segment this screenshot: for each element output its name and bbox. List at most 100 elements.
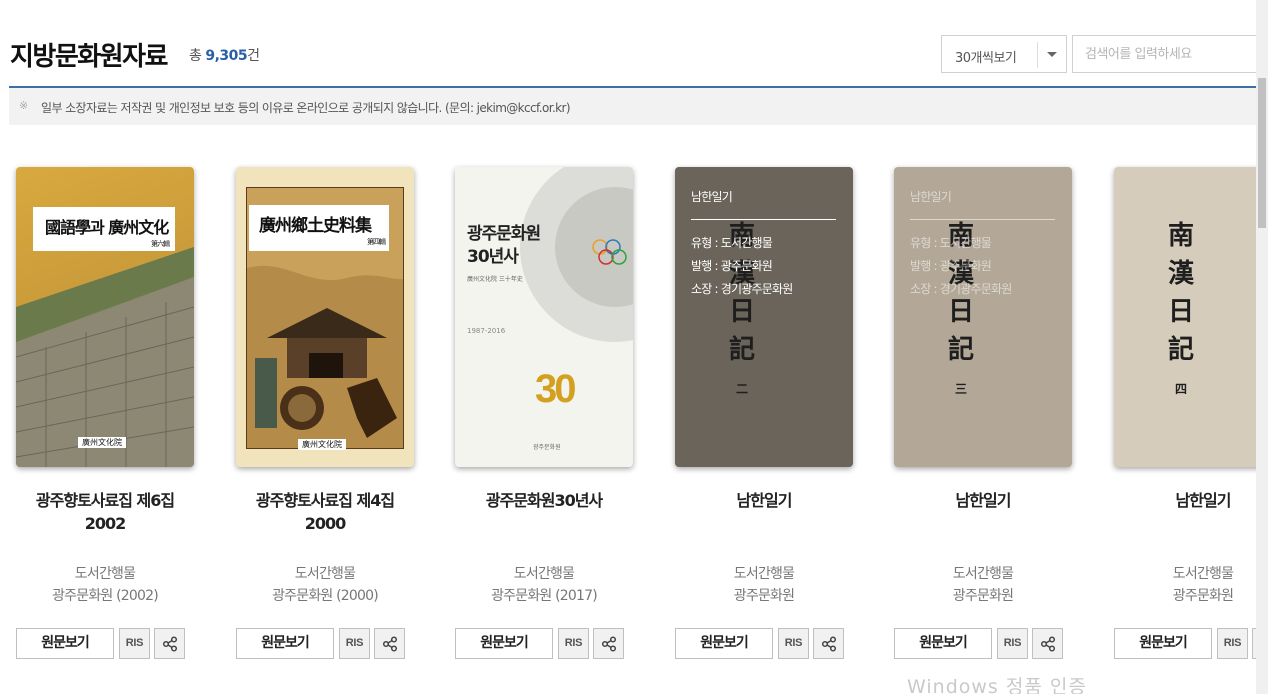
card-actions: 원문보기 RIS xyxy=(894,628,1094,660)
book-type: 도서간행물 xyxy=(294,566,356,582)
cover-volume: 第四輯 xyxy=(367,238,386,246)
card-actions: 원문보기 RIS xyxy=(675,628,875,660)
ris-button[interactable]: RIS xyxy=(1217,628,1248,659)
cover-years: 1987-2016 xyxy=(467,327,506,335)
cover-label: 廣州鄉土史料集 第四輯 xyxy=(249,205,389,251)
overlay-publisher: 발행 : 광주문화원 xyxy=(691,259,773,273)
windows-activation-watermark: Windows 정품 인증 xyxy=(907,676,1087,694)
book-title[interactable]: 광주향토사료집 제4집 2000 xyxy=(230,489,420,535)
card-actions: 원문보기 RIS xyxy=(1114,628,1256,660)
book-publisher: 광주문화원 xyxy=(733,588,795,604)
cover-hover-overlay: 남한일기 유형 : 도서간행물 발행 : 광주문화원 소장 : 경기광주문화원 xyxy=(675,167,853,467)
vertical-scrollbar[interactable] xyxy=(1256,0,1268,694)
share-icon xyxy=(1040,636,1056,652)
book-cover[interactable]: 國語學과 廣州文化 第六輯 廣州文化院 xyxy=(16,167,194,467)
book-title-line2: 2000 xyxy=(304,514,347,533)
book-cover[interactable]: 南 漢 日 記 二 남한일기 유형 : 도서간행물 발행 : 광주문화원 소장 … xyxy=(675,167,853,467)
cover-hover-overlay: 남한일기 유형 : 도서간행물 발행 : 광주문화원 소장 : 경기광주문화원 xyxy=(894,167,1072,467)
book-publisher: 광주문화원 xyxy=(952,588,1014,604)
card-actions: 원문보기 RIS xyxy=(16,628,216,660)
book-publisher: 광주문화원 (2017) xyxy=(491,588,598,604)
book-title[interactable]: 광주문화원30년사 xyxy=(449,489,639,512)
overlay-publisher: 발행 : 광주문화원 xyxy=(910,259,992,273)
result-grid: 國語學과 廣州文化 第六輯 廣州文化院 광주향토사료집 제6집 2002 도서간… xyxy=(0,0,1256,694)
ris-button[interactable]: RIS xyxy=(119,628,150,659)
book-title-line1: 남한일기 xyxy=(955,491,1012,510)
view-original-button[interactable]: 원문보기 xyxy=(16,628,114,659)
cover-title: 광주문화원 30년사 xyxy=(467,223,541,269)
cover-title-line2: 30년사 xyxy=(467,247,519,267)
result-card: 國語學과 廣州文化 第六輯 廣州文化院 광주향토사료집 제6집 2002 도서간… xyxy=(10,167,222,667)
overlay-heading: 남한일기 xyxy=(910,190,952,204)
share-icon xyxy=(162,636,178,652)
scrollbar-thumb[interactable] xyxy=(1258,78,1266,228)
result-card: 南 漢 日 記 四 남한일기 도서간행물 광주문화원 원문보기 RIS xyxy=(1108,167,1256,667)
ris-button[interactable]: RIS xyxy=(778,628,809,659)
share-button[interactable] xyxy=(154,628,185,659)
book-title-line1: 광주향토사료집 제6집 xyxy=(35,491,175,510)
cover-title-line1: 광주문화원 xyxy=(467,224,541,244)
result-card: 南 漢 日 記 三 남한일기 유형 : 도서간행물 발행 : 광주문화원 소장 … xyxy=(888,167,1100,667)
fortress-wall-image xyxy=(16,247,194,467)
book-title[interactable]: 남한일기 xyxy=(1108,489,1256,512)
cover-vertical-title: 南 漢 日 記 四 xyxy=(1166,217,1196,399)
result-card: 南 漢 日 記 二 남한일기 유형 : 도서간행물 발행 : 광주문화원 소장 … xyxy=(669,167,881,667)
share-icon xyxy=(382,636,398,652)
book-cover[interactable]: 南 漢 日 記 四 xyxy=(1114,167,1256,467)
cover-char: 漢 xyxy=(1167,259,1194,289)
view-original-button[interactable]: 원문보기 xyxy=(455,628,553,659)
book-title-line1: 남한일기 xyxy=(736,491,793,510)
book-type: 도서간행물 xyxy=(733,566,795,582)
ris-button[interactable]: RIS xyxy=(339,628,370,659)
cover-subtitle: 廣州文化院 三十年史 xyxy=(467,276,523,283)
share-button[interactable] xyxy=(374,628,405,659)
overlay-heading: 남한일기 xyxy=(691,190,733,204)
book-meta: 도서간행물 광주문화원 (2017) xyxy=(449,563,639,607)
cover-char: 記 xyxy=(1167,335,1194,365)
book-meta: 도서간행물 광주문화원 xyxy=(1108,563,1256,607)
cover-artwork xyxy=(520,167,633,342)
share-icon xyxy=(821,636,837,652)
view-original-button[interactable]: 원문보기 xyxy=(236,628,334,659)
book-cover[interactable]: 廣州鄉土史料集 第四輯 廣州文化院 xyxy=(236,167,414,467)
share-button[interactable] xyxy=(813,628,844,659)
share-icon xyxy=(601,636,617,652)
cover-label: 國語學과 廣州文化 第六輯 xyxy=(33,207,175,251)
cover-publisher: 광주문화원 xyxy=(533,444,561,451)
cover-char: 南 xyxy=(1167,221,1194,251)
ris-button[interactable]: RIS xyxy=(558,628,589,659)
view-original-button[interactable]: 원문보기 xyxy=(675,628,773,659)
book-cover[interactable]: 南 漢 日 記 三 남한일기 유형 : 도서간행물 발행 : 광주문화원 소장 … xyxy=(894,167,1072,467)
book-meta: 도서간행물 광주문화원 xyxy=(669,563,859,607)
book-type: 도서간행물 xyxy=(952,566,1014,582)
ris-button[interactable]: RIS xyxy=(997,628,1028,659)
share-button[interactable] xyxy=(1032,628,1063,659)
overlay-type: 유형 : 도서간행물 xyxy=(691,236,773,250)
book-title[interactable]: 남한일기 xyxy=(669,489,859,512)
cover-char: 日 xyxy=(1167,297,1194,327)
book-type: 도서간행물 xyxy=(74,566,136,582)
book-cover[interactable]: 광주문화원 30년사 廣州文化院 三十年史 1987-2016 30 광주문화원 xyxy=(455,167,633,467)
view-original-button[interactable]: 원문보기 xyxy=(1114,628,1212,659)
overlay-holder: 소장 : 경기광주문화원 xyxy=(910,282,1012,296)
cover-badge: 30 xyxy=(535,367,576,411)
overlay-holder: 소장 : 경기광주문화원 xyxy=(691,282,793,296)
view-original-button[interactable]: 원문보기 xyxy=(894,628,992,659)
book-title-line2: 2002 xyxy=(84,514,127,533)
overlay-divider xyxy=(910,219,1055,220)
result-card: 廣州鄉土史料集 第四輯 廣州文化院 광주향토사료집 제4집 2000 도서간행물… xyxy=(230,167,442,667)
book-title[interactable]: 남한일기 xyxy=(888,489,1078,512)
book-title-line1: 광주향토사료집 제4집 xyxy=(255,491,395,510)
cover-publisher: 廣州文化院 xyxy=(298,439,346,450)
book-type: 도서간행물 xyxy=(513,566,575,582)
cover-title: 廣州鄉土史料集 xyxy=(259,216,372,236)
cover-title: 國語學과 廣州文化 xyxy=(45,218,169,237)
book-meta: 도서간행물 광주문화원 (2002) xyxy=(10,563,200,607)
cover-volume: 第六輯 xyxy=(151,240,170,248)
book-title-line1: 광주문화원30년사 xyxy=(485,491,603,510)
share-button[interactable] xyxy=(593,628,624,659)
book-title[interactable]: 광주향토사료집 제6집 2002 xyxy=(10,489,200,535)
book-meta: 도서간행물 광주문화원 (2000) xyxy=(230,563,420,607)
cover-publisher: 廣州文化院 xyxy=(78,437,126,448)
book-publisher: 광주문화원 xyxy=(1172,588,1234,604)
